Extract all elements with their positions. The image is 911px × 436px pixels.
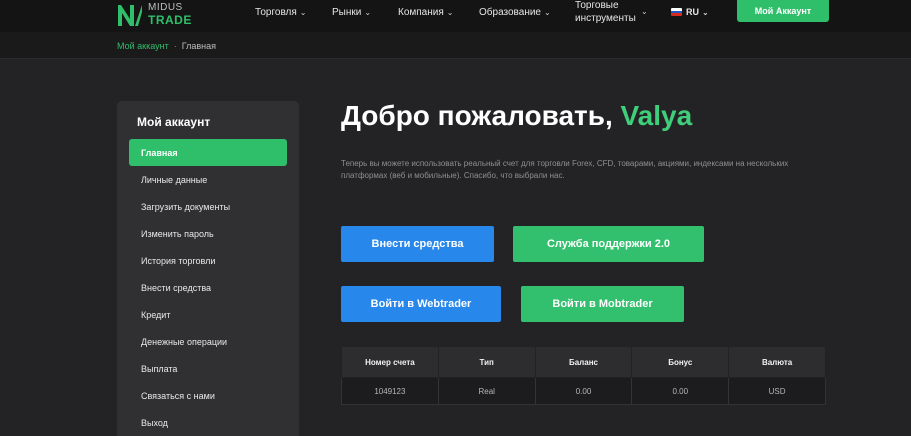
- cell-account-number: 1049123: [341, 377, 439, 405]
- chevron-down-icon: ⌄: [543, 7, 551, 17]
- column-header-currency: Валюта: [728, 346, 826, 378]
- deposit-button[interactable]: Внести средства: [341, 226, 494, 262]
- welcome-description: Теперь вы можете использовать реальный с…: [341, 159, 789, 180]
- cell-balance: 0.00: [534, 377, 633, 405]
- sidebar-item-contact-us[interactable]: Связаться с нами: [129, 382, 287, 409]
- column-header-account-number: Номер счета: [341, 346, 439, 378]
- nav-item-company[interactable]: Компания ⌄: [398, 0, 453, 24]
- sidebar-title: Мой аккаунт: [137, 115, 211, 129]
- accounts-table: Номер счета Тип Баланс Бонус Валюта 1049…: [341, 346, 826, 405]
- mobtrader-login-button[interactable]: Войти в Mobtrader: [521, 286, 684, 322]
- user-name: Valya: [620, 100, 693, 131]
- greeting-text: Добро пожаловать,: [341, 100, 613, 131]
- my-account-button[interactable]: Мой Аккаунт: [737, 0, 829, 22]
- sidebar-item-credit[interactable]: Кредит: [129, 301, 287, 328]
- nav-item-education[interactable]: Образование ⌄: [479, 0, 551, 24]
- sidebar-menu: Главная Личные данные Загрузить документ…: [129, 139, 287, 436]
- nav-item-trading[interactable]: Торговля ⌄: [255, 0, 306, 24]
- sidebar-item-trading-history[interactable]: История торговли: [129, 247, 287, 274]
- language-code: RU: [686, 7, 699, 17]
- chevron-down-icon: ⌄: [364, 7, 372, 17]
- russia-flag-icon: [671, 8, 682, 16]
- chevron-down-icon: ⌄: [641, 7, 648, 16]
- sidebar-item-logout[interactable]: Выход: [129, 409, 287, 436]
- account-sidebar: Мой аккаунт Главная Личные данные Загруз…: [117, 101, 299, 436]
- nav-item-label: Торговля: [255, 6, 297, 18]
- top-header: MIDUS TRADE Торговля ⌄ Рынки ⌄ Компания …: [0, 0, 911, 32]
- breadcrumb-current: Главная: [181, 40, 216, 51]
- page-title: Добро пожаловать, Valya: [341, 100, 692, 132]
- nav-item-label: Торговые инструменты: [575, 0, 636, 24]
- sidebar-item-withdrawal[interactable]: Выплата: [129, 355, 287, 382]
- support-button[interactable]: Служба поддержки 2.0: [513, 226, 704, 262]
- sidebar-item-home[interactable]: Главная: [129, 139, 287, 166]
- nav-item-label: Компания: [398, 6, 444, 18]
- cell-currency: USD: [728, 377, 826, 405]
- breadcrumb-link-account[interactable]: Мой аккаунт: [117, 41, 169, 51]
- nav-item-trading-tools[interactable]: Торговые инструменты ⌄: [575, 0, 648, 32]
- nav-item-markets[interactable]: Рынки ⌄: [332, 0, 371, 24]
- chevron-down-icon: ⌄: [702, 7, 709, 17]
- breadcrumb: Мой аккаунт · Главная: [117, 32, 216, 59]
- sidebar-item-change-password[interactable]: Изменить пароль: [129, 220, 287, 247]
- breadcrumb-separator: ·: [173, 40, 177, 51]
- language-selector[interactable]: RU ⌄: [671, 0, 709, 24]
- sidebar-item-deposit[interactable]: Внести средства: [129, 274, 287, 301]
- sidebar-item-personal-data[interactable]: Личные данные: [129, 166, 287, 193]
- table-header-row: Номер счета Тип Баланс Бонус Валюта: [341, 346, 826, 378]
- nav-item-label: Рынки: [332, 6, 362, 18]
- column-header-balance: Баланс: [534, 346, 633, 378]
- cell-type: Real: [437, 377, 536, 405]
- cell-bonus: 0.00: [631, 377, 730, 405]
- sidebar-item-upload-documents[interactable]: Загрузить документы: [129, 193, 287, 220]
- column-header-type: Тип: [437, 346, 536, 378]
- breadcrumb-bar: Мой аккаунт · Главная: [0, 32, 911, 59]
- table-row: 1049123 Real 0.00 0.00 USD: [341, 377, 826, 405]
- webtrader-login-button[interactable]: Войти в Webtrader: [341, 286, 501, 322]
- nav-item-label: Образование: [479, 6, 541, 18]
- chevron-down-icon: ⌄: [446, 7, 454, 17]
- sidebar-item-money-operations[interactable]: Денежные операции: [129, 328, 287, 355]
- chevron-down-icon: ⌄: [299, 7, 307, 17]
- column-header-bonus: Бонус: [631, 346, 730, 378]
